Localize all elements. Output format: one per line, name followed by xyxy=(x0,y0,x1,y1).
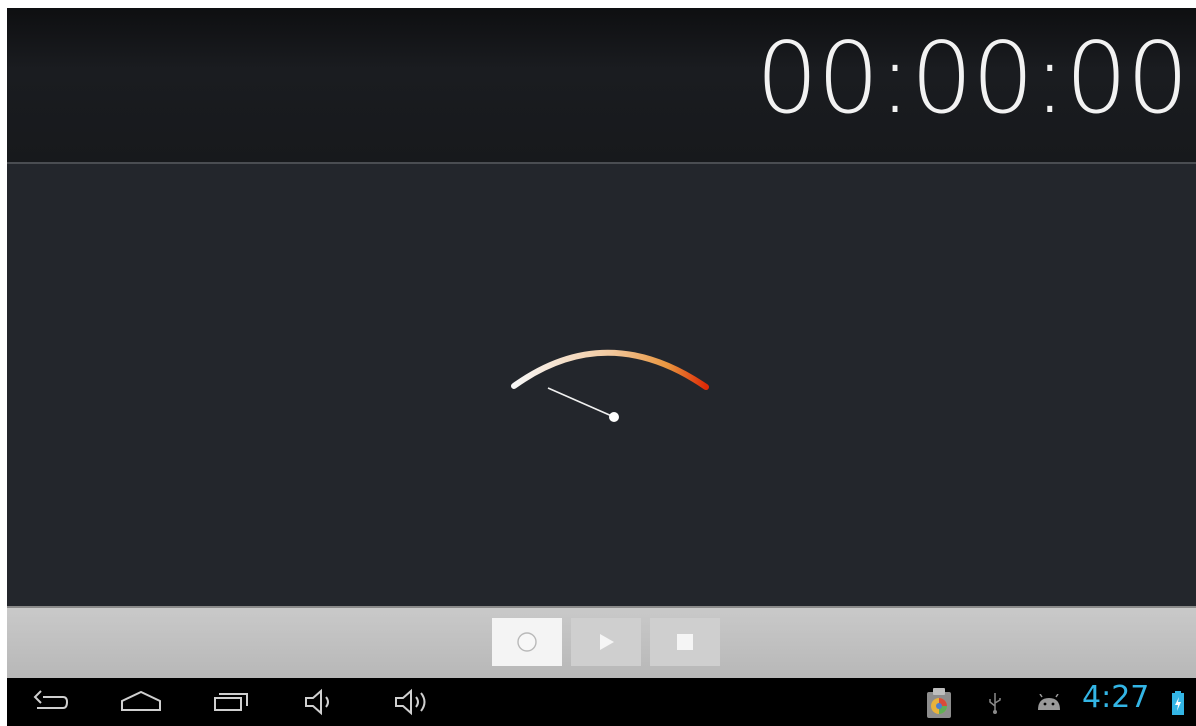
play-button[interactable] xyxy=(571,618,641,666)
usb-icon xyxy=(989,693,1001,714)
stop-button[interactable] xyxy=(650,618,720,666)
android-debug-icon xyxy=(1038,694,1060,710)
level-meter-icon xyxy=(511,349,709,422)
app-window: 00:00:00 4:27 xyxy=(7,8,1196,726)
stop-icon xyxy=(677,634,693,650)
volume-down-icon[interactable] xyxy=(303,688,339,716)
recorder-display xyxy=(7,164,1196,606)
elapsed-time: 00:00:00 xyxy=(755,22,1189,136)
meter-arc xyxy=(511,349,709,390)
volume-up-icon[interactable] xyxy=(393,688,433,716)
play-icon xyxy=(600,634,614,650)
control-bar xyxy=(7,606,1196,680)
home-icon[interactable] xyxy=(119,688,163,716)
record-button[interactable] xyxy=(492,618,562,666)
back-icon[interactable] xyxy=(33,688,69,716)
battery-charging-icon xyxy=(1172,691,1184,715)
timer-header: 00:00:00 xyxy=(7,8,1196,164)
meter-pivot xyxy=(609,412,619,422)
system-navigation-bar: 4:27 xyxy=(7,678,1196,726)
app-notification-icon[interactable] xyxy=(925,686,953,720)
meter-needle xyxy=(547,387,615,418)
recent-apps-icon[interactable] xyxy=(211,688,251,716)
record-icon xyxy=(517,632,537,652)
status-clock: 4:27 xyxy=(1082,680,1150,715)
